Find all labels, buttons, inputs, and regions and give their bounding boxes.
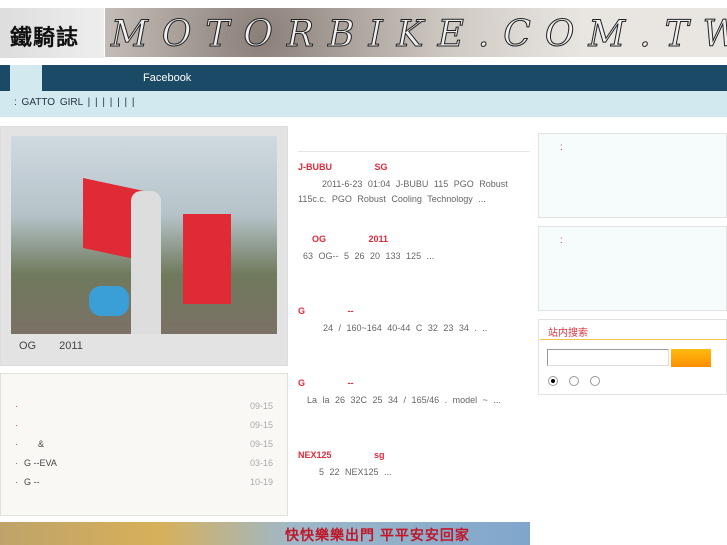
site-logo[interactable]: 鐵騎誌: [0, 8, 104, 58]
article-excerpt: 63 OG-- 5 26 20 133 125 ...: [303, 251, 435, 261]
search-title: 站内搜索: [548, 328, 588, 339]
article-title[interactable]: G --: [298, 306, 354, 316]
article-excerpt: 2011-6-23 01:04 J-BUBU 115 PGO Robust 11…: [298, 179, 508, 204]
search-scope-radio[interactable]: [590, 376, 600, 386]
banner-text: MOTORBIKE.COM.TW: [111, 14, 727, 56]
divider: [298, 151, 530, 152]
article-title[interactable]: G --: [298, 378, 354, 388]
list-item[interactable]: · 09-15: [15, 420, 273, 434]
sidebar-box-label: :: [560, 142, 563, 153]
list-item[interactable]: · G --EVA 03-16: [15, 458, 273, 472]
feature-caption[interactable]: OG 2011: [19, 340, 83, 352]
feature-photo[interactable]: [11, 136, 277, 334]
nav-home-tab[interactable]: [10, 65, 42, 91]
bottom-banner[interactable]: 快快樂樂出門 平平安安回家: [0, 522, 530, 545]
main-nav: [0, 65, 727, 91]
search-scope-radio[interactable]: [569, 376, 579, 386]
sub-nav[interactable]: : GATTO GIRL | | | | | | |: [0, 91, 727, 117]
list-item[interactable]: · & 09-15: [15, 439, 273, 453]
article-excerpt: 5 22 NEX125 ...: [319, 467, 392, 477]
search-button[interactable]: [671, 349, 711, 367]
search-input[interactable]: [547, 349, 669, 366]
sidebar-box: :: [538, 133, 727, 218]
header-banner: MOTORBIKE.COM.TW: [105, 8, 727, 57]
list-item[interactable]: · 09-15: [15, 401, 273, 415]
article-excerpt: 24 / 160~164 40-44 C 32 23 34 . ..: [323, 323, 488, 333]
search-scope-radio[interactable]: [548, 376, 558, 386]
article-title[interactable]: NEX125 sg: [298, 450, 385, 460]
sidebar-box-label: :: [560, 235, 563, 246]
article-title[interactable]: OG 2011: [312, 234, 388, 244]
sidebar-box: :: [538, 226, 727, 311]
nav-facebook[interactable]: Facebook: [143, 72, 191, 84]
divider: [540, 339, 727, 340]
article-title[interactable]: J-BUBU SG: [298, 162, 388, 172]
list-item[interactable]: · G -- 10-19: [15, 477, 273, 491]
article-excerpt: La la 26 32C 25 34 / 165/46 . model ~ ..…: [307, 395, 501, 405]
bottom-banner-text: 快快樂樂出門 平平安安回家: [285, 527, 470, 543]
logo-text: 鐵騎誌: [10, 25, 80, 51]
